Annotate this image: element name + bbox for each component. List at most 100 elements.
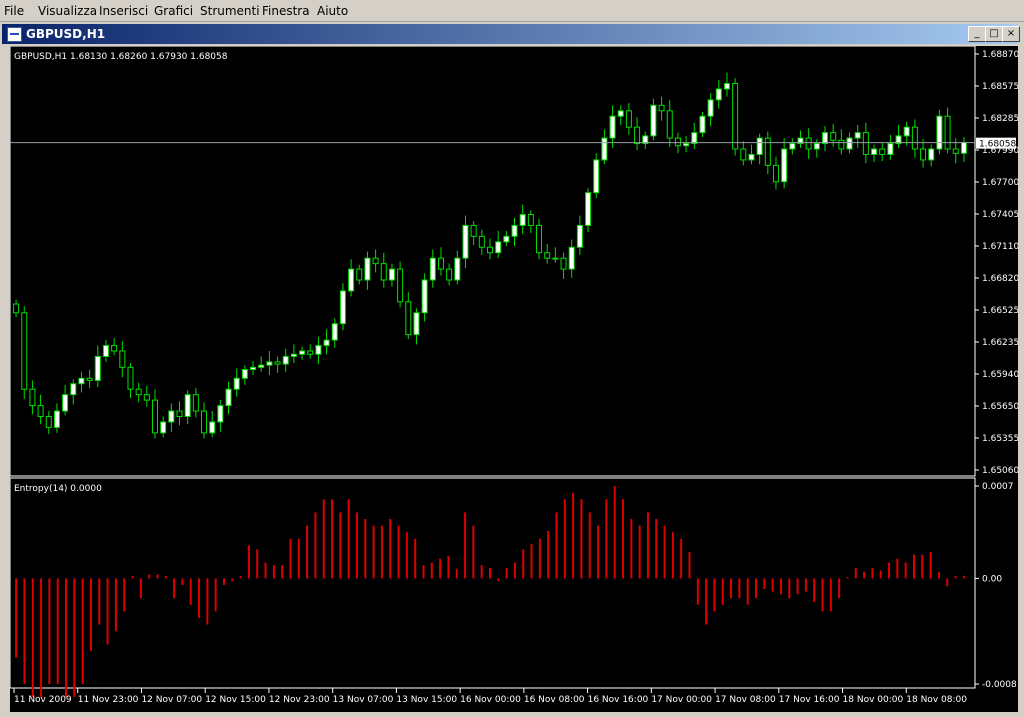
bear-candle-body bbox=[37, 405, 44, 417]
time-tick-label: 18 Nov 00:00 bbox=[843, 695, 904, 705]
bear-candle-body bbox=[911, 126, 918, 150]
minimize-button[interactable]: _ bbox=[968, 26, 986, 42]
price-axis: 1.688701.685751.682851.679901.677001.674… bbox=[975, 50, 1019, 476]
bear-candle-body bbox=[86, 377, 93, 381]
bear-candle-body bbox=[544, 252, 551, 259]
bear-candle-body bbox=[487, 246, 493, 254]
bear-candle-body bbox=[805, 137, 812, 150]
bear-candle-body bbox=[111, 345, 118, 352]
bear-candle-body bbox=[772, 164, 779, 183]
bull-candle-body bbox=[723, 82, 730, 90]
bear-candle-body bbox=[920, 148, 927, 161]
bull-candle-body bbox=[846, 137, 853, 150]
time-tick-label: 17 Nov 16:00 bbox=[779, 695, 840, 705]
bull-candle-body bbox=[650, 104, 657, 137]
menu-file[interactable]: File bbox=[4, 4, 24, 18]
bull-candle-body bbox=[617, 110, 624, 117]
time-tick-label: 16 Nov 08:00 bbox=[524, 695, 585, 705]
bull-candle-body bbox=[748, 153, 755, 161]
bear-candle-body bbox=[13, 303, 20, 314]
time-axis: 11 Nov 2009 11 Nov 23:00 12 Nov 07:00 12 No… bbox=[13, 688, 967, 705]
time-tick-label: 11 Nov 23:00 bbox=[78, 695, 139, 705]
window-titlebar[interactable]: GBPUSD,H1 _ □ × bbox=[2, 24, 1020, 44]
time-tick-label: 13 Nov 15:00 bbox=[396, 695, 457, 705]
menu-grafici[interactable]: Grafici bbox=[154, 4, 193, 18]
menu-aiuto[interactable]: Aiuto bbox=[317, 4, 348, 18]
bull-candle-body bbox=[323, 339, 330, 347]
price-tick-label: 1.67405 bbox=[982, 210, 1018, 220]
bull-candle-body bbox=[854, 132, 861, 139]
price-tick-label: 1.65355 bbox=[982, 434, 1018, 444]
chart-window: GBPUSD,H1 _ □ × GBPUSD,H1 1.68130 1.6826… bbox=[0, 22, 1024, 717]
bull-candle-body bbox=[960, 141, 967, 154]
bull-candle-body bbox=[413, 312, 420, 336]
price-header: GBPUSD,H1 1.68130 1.68260 1.67930 1.6805… bbox=[14, 52, 228, 62]
bear-candle-body bbox=[625, 110, 632, 128]
price-chart-svg[interactable]: GBPUSD,H1 1.68130 1.68260 1.67930 1.6805… bbox=[9, 45, 1019, 712]
bull-candle-body bbox=[78, 377, 85, 385]
price-tick-label: 1.68285 bbox=[982, 114, 1018, 124]
maximize-button[interactable]: □ bbox=[985, 26, 1003, 42]
bear-candle-body bbox=[862, 132, 869, 155]
bull-candle-body bbox=[70, 383, 77, 396]
chart-area[interactable]: GBPUSD,H1 1.68130 1.68260 1.67930 1.6805… bbox=[9, 45, 1019, 712]
bear-candle-body bbox=[830, 132, 837, 141]
bull-candle-body bbox=[691, 132, 698, 145]
chart-window-icon bbox=[7, 27, 22, 42]
bear-candle-body bbox=[405, 301, 412, 336]
close-button[interactable]: × bbox=[1002, 26, 1020, 42]
bull-candle-body bbox=[781, 148, 788, 183]
price-tick-label: 1.68870 bbox=[982, 50, 1018, 60]
bear-candle-body bbox=[470, 224, 477, 237]
bull-candle-body bbox=[715, 88, 722, 101]
bull-candle-body bbox=[225, 388, 232, 407]
bull-candle-body bbox=[936, 115, 943, 150]
bear-candle-body bbox=[176, 410, 183, 417]
bull-candle-body bbox=[756, 137, 763, 155]
price-tick-label: 1.66525 bbox=[982, 306, 1018, 316]
bear-candle-body bbox=[658, 104, 665, 112]
bull-candle-body bbox=[53, 410, 60, 428]
bear-candle-body bbox=[437, 257, 444, 270]
price-tick-label: 1.65060 bbox=[982, 466, 1018, 476]
bull-candle-body bbox=[184, 394, 191, 417]
bear-candle-body bbox=[740, 148, 747, 161]
bear-candle-body bbox=[478, 235, 485, 248]
bear-candle-body bbox=[536, 224, 543, 254]
time-tick-label: 12 Nov 07:00 bbox=[141, 695, 202, 705]
bull-candle-body bbox=[168, 410, 175, 423]
indicator-axis: 0.0007 0.00 -0.0008 bbox=[975, 482, 1017, 690]
indicator-tick-label: 0.00 bbox=[982, 574, 1002, 584]
bull-candle-body bbox=[241, 369, 248, 379]
bear-candle-body bbox=[944, 115, 951, 150]
time-tick-label: 17 Nov 00:00 bbox=[651, 695, 712, 705]
bear-candle-body bbox=[634, 126, 641, 145]
bull-candle-body bbox=[102, 345, 109, 357]
bear-candle-body bbox=[879, 148, 886, 155]
price-tick-label: 1.65650 bbox=[982, 402, 1018, 412]
time-tick-label: 18 Nov 08:00 bbox=[906, 695, 967, 705]
bear-candle-body bbox=[127, 366, 134, 390]
bear-candle-body bbox=[274, 361, 281, 365]
bull-candle-body bbox=[331, 323, 338, 341]
bear-candle-body bbox=[356, 268, 363, 281]
bear-candle-body bbox=[135, 388, 142, 396]
menu-finestra[interactable]: Finestra bbox=[262, 4, 310, 18]
indicator-header: Entropy(14) 0.0000 bbox=[14, 484, 102, 494]
menu-visualizza[interactable]: Visualizza bbox=[38, 4, 97, 18]
bull-candle-body bbox=[315, 345, 322, 355]
bull-candle-body bbox=[364, 257, 371, 281]
bull-candle-body bbox=[160, 421, 167, 434]
bull-candle-body bbox=[266, 361, 273, 366]
menu-inserisci[interactable]: Inserisci bbox=[99, 4, 148, 18]
time-tick-label: 16 Nov 00:00 bbox=[460, 695, 521, 705]
menu-strumenti[interactable]: Strumenti bbox=[200, 4, 260, 18]
bear-candle-body bbox=[45, 415, 52, 428]
bull-candle-body bbox=[282, 355, 289, 365]
bull-candle-body bbox=[511, 224, 518, 237]
bull-candle-body bbox=[339, 290, 346, 325]
bull-candle-body bbox=[789, 143, 796, 150]
bull-candle-body bbox=[903, 126, 910, 137]
bear-candle-body bbox=[446, 268, 453, 281]
bear-candle-body bbox=[527, 214, 534, 226]
